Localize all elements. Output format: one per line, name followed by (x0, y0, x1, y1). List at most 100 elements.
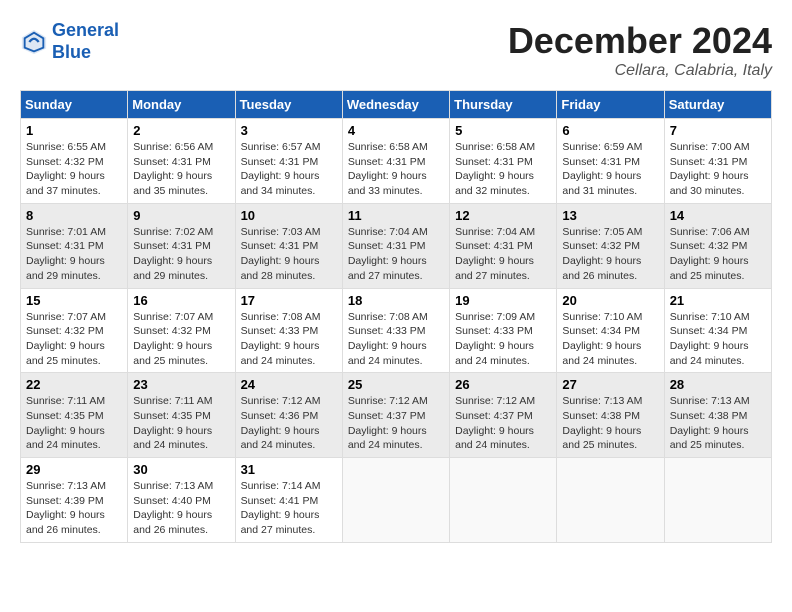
day-number: 2 (133, 123, 229, 138)
day-info: Sunrise: 7:10 AM Sunset: 4:34 PM Dayligh… (562, 310, 658, 369)
day-info: Sunrise: 6:57 AM Sunset: 4:31 PM Dayligh… (241, 140, 337, 199)
daylight: Daylight: 9 hours and 27 minutes. (455, 255, 534, 282)
calendar-cell: 10 Sunrise: 7:03 AM Sunset: 4:31 PM Dayl… (235, 203, 342, 288)
sunrise: Sunrise: 7:13 AM (26, 480, 106, 492)
daylight: Daylight: 9 hours and 24 minutes. (348, 425, 427, 452)
week-row-3: 15 Sunrise: 7:07 AM Sunset: 4:32 PM Dayl… (21, 288, 772, 373)
calendar-cell: 3 Sunrise: 6:57 AM Sunset: 4:31 PM Dayli… (235, 119, 342, 204)
day-number: 17 (241, 293, 337, 308)
day-info: Sunrise: 7:12 AM Sunset: 4:36 PM Dayligh… (241, 394, 337, 453)
day-number: 16 (133, 293, 229, 308)
sunrise: Sunrise: 7:11 AM (133, 395, 212, 407)
calendar-cell (342, 458, 449, 543)
sunset: Sunset: 4:34 PM (670, 325, 748, 337)
day-number: 27 (562, 377, 658, 392)
sunrise: Sunrise: 6:55 AM (26, 141, 106, 153)
daylight: Daylight: 9 hours and 27 minutes. (348, 255, 427, 282)
sunset: Sunset: 4:32 PM (562, 240, 640, 252)
daylight: Daylight: 9 hours and 32 minutes. (455, 170, 534, 197)
sunset: Sunset: 4:31 PM (455, 240, 533, 252)
day-number: 7 (670, 123, 766, 138)
sunrise: Sunrise: 7:11 AM (26, 395, 105, 407)
day-info: Sunrise: 7:04 AM Sunset: 4:31 PM Dayligh… (455, 225, 551, 284)
calendar-cell: 15 Sunrise: 7:07 AM Sunset: 4:32 PM Dayl… (21, 288, 128, 373)
weekday-header-monday: Monday (128, 91, 235, 119)
day-info: Sunrise: 7:07 AM Sunset: 4:32 PM Dayligh… (133, 310, 229, 369)
sunrise: Sunrise: 6:58 AM (348, 141, 428, 153)
calendar-cell: 5 Sunrise: 6:58 AM Sunset: 4:31 PM Dayli… (450, 119, 557, 204)
daylight: Daylight: 9 hours and 37 minutes. (26, 170, 105, 197)
daylight: Daylight: 9 hours and 24 minutes. (241, 340, 320, 367)
week-row-1: 1 Sunrise: 6:55 AM Sunset: 4:32 PM Dayli… (21, 119, 772, 204)
week-row-5: 29 Sunrise: 7:13 AM Sunset: 4:39 PM Dayl… (21, 458, 772, 543)
sunset: Sunset: 4:35 PM (26, 410, 104, 422)
calendar-cell: 7 Sunrise: 7:00 AM Sunset: 4:31 PM Dayli… (664, 119, 771, 204)
sunrise: Sunrise: 7:14 AM (241, 480, 321, 492)
day-info: Sunrise: 6:55 AM Sunset: 4:32 PM Dayligh… (26, 140, 122, 199)
sunset: Sunset: 4:40 PM (133, 495, 211, 507)
calendar-cell: 2 Sunrise: 6:56 AM Sunset: 4:31 PM Dayli… (128, 119, 235, 204)
calendar-cell: 22 Sunrise: 7:11 AM Sunset: 4:35 PM Dayl… (21, 373, 128, 458)
sunset: Sunset: 4:31 PM (241, 156, 319, 168)
daylight: Daylight: 9 hours and 25 minutes. (133, 340, 212, 367)
day-info: Sunrise: 7:05 AM Sunset: 4:32 PM Dayligh… (562, 225, 658, 284)
calendar-cell: 11 Sunrise: 7:04 AM Sunset: 4:31 PM Dayl… (342, 203, 449, 288)
sunset: Sunset: 4:38 PM (562, 410, 640, 422)
day-number: 12 (455, 208, 551, 223)
sunset: Sunset: 4:31 PM (348, 240, 426, 252)
sunrise: Sunrise: 7:12 AM (455, 395, 535, 407)
day-info: Sunrise: 7:04 AM Sunset: 4:31 PM Dayligh… (348, 225, 444, 284)
day-info: Sunrise: 6:59 AM Sunset: 4:31 PM Dayligh… (562, 140, 658, 199)
sunset: Sunset: 4:39 PM (26, 495, 104, 507)
calendar-cell: 24 Sunrise: 7:12 AM Sunset: 4:36 PM Dayl… (235, 373, 342, 458)
day-number: 10 (241, 208, 337, 223)
calendar-cell: 29 Sunrise: 7:13 AM Sunset: 4:39 PM Dayl… (21, 458, 128, 543)
sunrise: Sunrise: 7:07 AM (26, 311, 106, 323)
daylight: Daylight: 9 hours and 24 minutes. (670, 340, 749, 367)
sunrise: Sunrise: 6:57 AM (241, 141, 321, 153)
daylight: Daylight: 9 hours and 27 minutes. (241, 509, 320, 536)
sunset: Sunset: 4:33 PM (455, 325, 533, 337)
daylight: Daylight: 9 hours and 24 minutes. (241, 425, 320, 452)
sunrise: Sunrise: 7:10 AM (670, 311, 750, 323)
daylight: Daylight: 9 hours and 26 minutes. (133, 509, 212, 536)
sunrise: Sunrise: 7:12 AM (241, 395, 321, 407)
calendar-cell: 26 Sunrise: 7:12 AM Sunset: 4:37 PM Dayl… (450, 373, 557, 458)
day-info: Sunrise: 7:10 AM Sunset: 4:34 PM Dayligh… (670, 310, 766, 369)
day-info: Sunrise: 6:58 AM Sunset: 4:31 PM Dayligh… (455, 140, 551, 199)
daylight: Daylight: 9 hours and 25 minutes. (670, 425, 749, 452)
sunset: Sunset: 4:32 PM (670, 240, 748, 252)
logo-line1: General (52, 20, 119, 40)
sunset: Sunset: 4:41 PM (241, 495, 319, 507)
sunrise: Sunrise: 6:56 AM (133, 141, 213, 153)
calendar-cell: 6 Sunrise: 6:59 AM Sunset: 4:31 PM Dayli… (557, 119, 664, 204)
logo-text: General Blue (52, 20, 119, 63)
sunset: Sunset: 4:32 PM (26, 325, 104, 337)
daylight: Daylight: 9 hours and 33 minutes. (348, 170, 427, 197)
day-number: 3 (241, 123, 337, 138)
weekday-header-wednesday: Wednesday (342, 91, 449, 119)
day-number: 14 (670, 208, 766, 223)
sunset: Sunset: 4:31 PM (133, 240, 211, 252)
day-number: 28 (670, 377, 766, 392)
day-number: 25 (348, 377, 444, 392)
sunrise: Sunrise: 7:02 AM (133, 226, 213, 238)
day-info: Sunrise: 7:14 AM Sunset: 4:41 PM Dayligh… (241, 479, 337, 538)
calendar-cell: 30 Sunrise: 7:13 AM Sunset: 4:40 PM Dayl… (128, 458, 235, 543)
weekday-header-saturday: Saturday (664, 91, 771, 119)
calendar-cell: 16 Sunrise: 7:07 AM Sunset: 4:32 PM Dayl… (128, 288, 235, 373)
calendar-cell: 28 Sunrise: 7:13 AM Sunset: 4:38 PM Dayl… (664, 373, 771, 458)
sunset: Sunset: 4:36 PM (241, 410, 319, 422)
sunrise: Sunrise: 6:59 AM (562, 141, 642, 153)
daylight: Daylight: 9 hours and 26 minutes. (562, 255, 641, 282)
day-info: Sunrise: 7:09 AM Sunset: 4:33 PM Dayligh… (455, 310, 551, 369)
logo: General Blue (20, 20, 119, 63)
day-info: Sunrise: 7:08 AM Sunset: 4:33 PM Dayligh… (241, 310, 337, 369)
month-title: December 2024 (508, 20, 772, 62)
daylight: Daylight: 9 hours and 25 minutes. (670, 255, 749, 282)
day-number: 8 (26, 208, 122, 223)
sunrise: Sunrise: 6:58 AM (455, 141, 535, 153)
day-number: 23 (133, 377, 229, 392)
calendar-cell: 12 Sunrise: 7:04 AM Sunset: 4:31 PM Dayl… (450, 203, 557, 288)
day-number: 1 (26, 123, 122, 138)
